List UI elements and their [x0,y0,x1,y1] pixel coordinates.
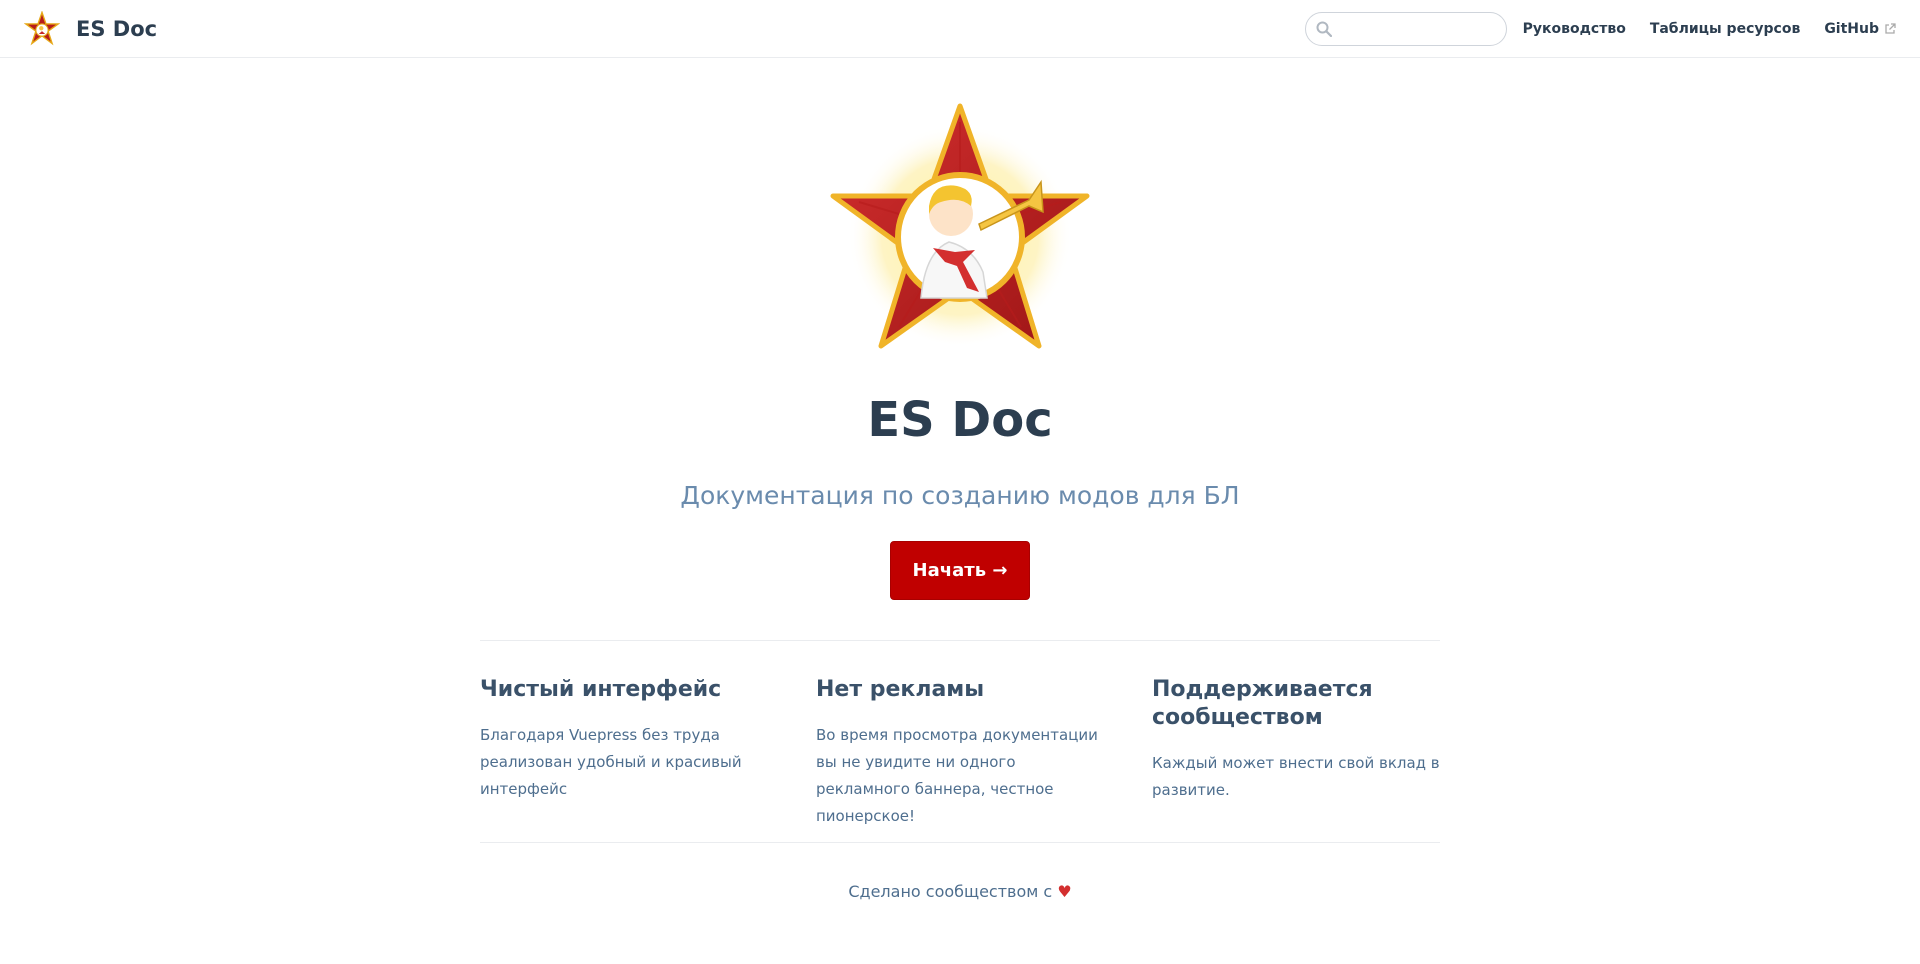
nav-link-label: GitHub [1824,20,1879,37]
feature-community-supported: Поддерживается сообществом Каждый может … [1152,676,1442,804]
nav-link-label: Таблицы ресурсов [1649,20,1801,37]
nav-right: Руководство Таблицы ресурсов GitHub [1304,11,1896,46]
feature-title: Чистый интерфейс [480,677,722,702]
hero-title: ES Doc [867,392,1053,448]
feature-details: Благодаря Vuepress без труда реализован … [480,726,742,798]
nav-link-github[interactable]: GitHub [1824,21,1896,37]
search-icon [1316,21,1332,37]
site-name: ES Doc [76,17,158,41]
divider [480,640,1440,641]
hero-logo-icon [830,103,1090,349]
get-started-button[interactable]: Начать → [890,541,1030,600]
divider [480,842,1440,843]
heart-icon: ♥ [1057,882,1072,901]
search-input[interactable] [1304,11,1507,46]
feature-clean-interface: Чистый интерфейс Благодаря Vuepress без … [480,676,770,803]
feature-no-ads: Нет рекламы Во время просмотра документа… [816,676,1106,830]
external-link-icon [1885,22,1896,34]
footer-text: Сделано сообществом с [848,882,1053,901]
feature-title: Нет рекламы [816,677,985,702]
feature-details: Каждый может внести свой вклад в развити… [1152,754,1440,799]
red-star-logo-icon [24,11,60,46]
nav-link-resource-tables[interactable]: Таблицы ресурсов [1650,21,1801,37]
footer: Сделано сообществом с ♥ [0,878,1920,906]
hero-description: Документация по созданию модов для БЛ [680,481,1240,510]
feature-title: Поддерживается сообществом [1152,677,1373,730]
navbar: ES Doc Руководство Таблицы ресурсов GitH… [0,0,1920,58]
feature-details: Во время просмотра документации вы не ув… [816,726,1098,825]
search-box [1304,11,1507,46]
nav-link-label: Руководство [1522,20,1626,37]
nav-link-guide[interactable]: Руководство [1523,21,1626,37]
home-link[interactable]: ES Doc [24,10,157,48]
